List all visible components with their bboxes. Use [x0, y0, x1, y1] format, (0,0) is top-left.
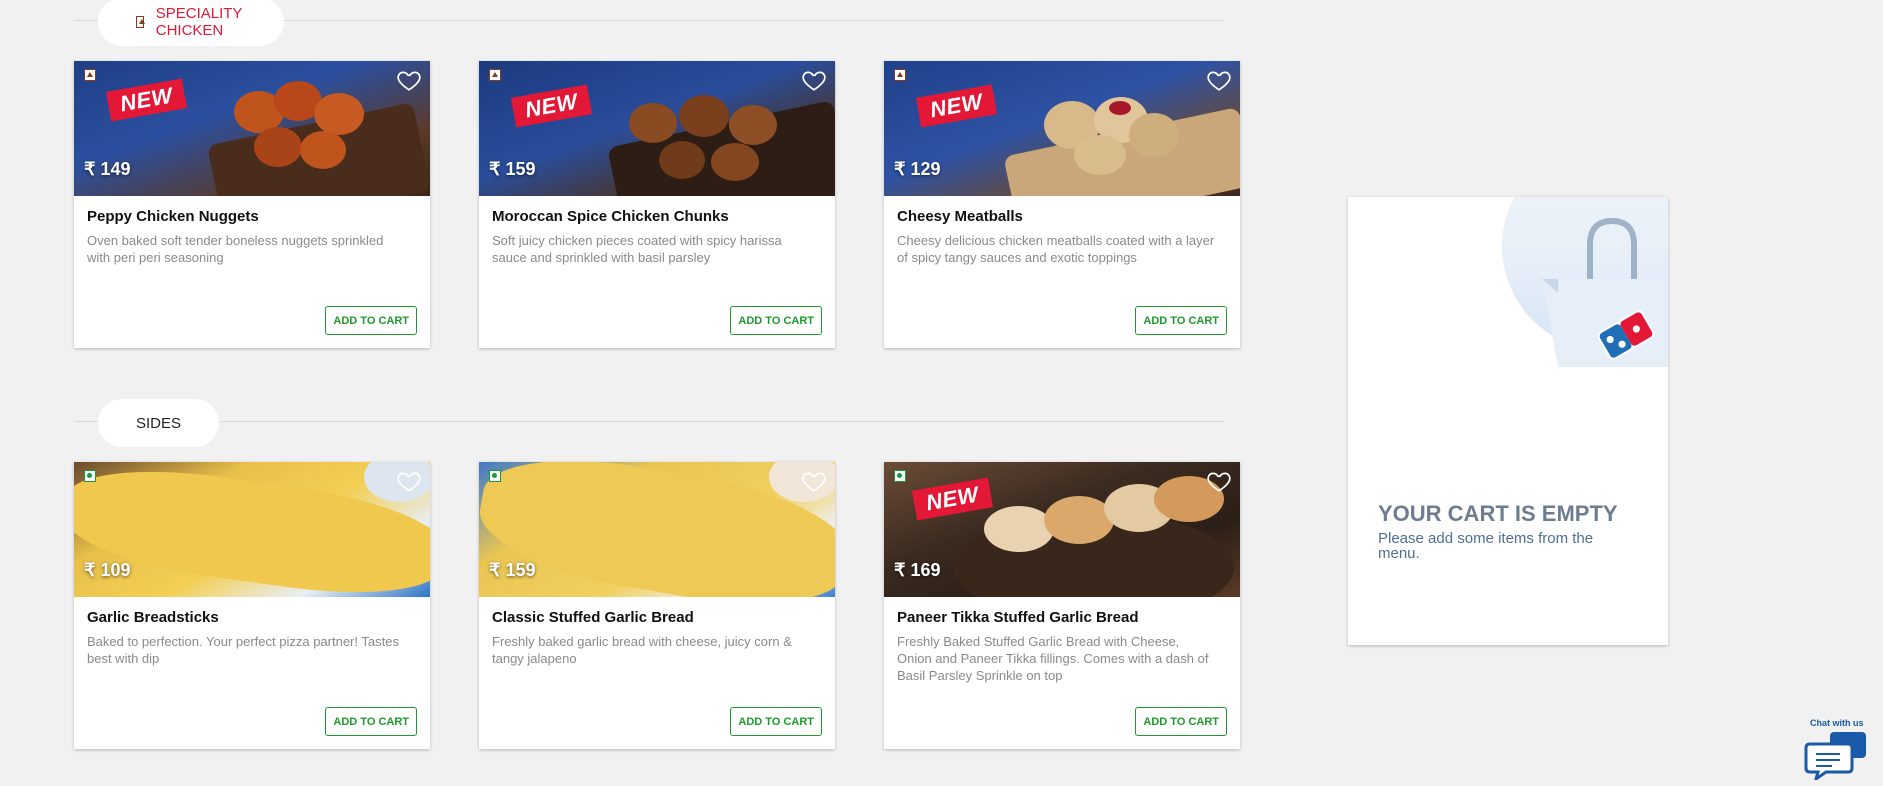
nonveg-icon — [84, 69, 96, 81]
menu-item-card[interactable]: ₹ 159 Classic Stuffed Garlic Bread Fresh… — [479, 462, 835, 749]
nonveg-icon — [489, 69, 501, 81]
veg-icon — [489, 470, 501, 482]
veg-icon — [894, 470, 906, 482]
add-to-cart-button[interactable]: ADD TO CART — [325, 306, 417, 335]
item-description: Soft juicy chicken pieces coated with sp… — [492, 233, 782, 265]
section-pill: SPECIALITY CHICKEN — [98, 0, 285, 46]
item-name: Classic Stuffed Garlic Bread — [492, 609, 694, 626]
menu-item-card[interactable]: ₹ 109 Garlic Breadsticks Baked to perfec… — [74, 462, 430, 749]
item-image: ₹ 109 — [74, 462, 430, 597]
heart-icon[interactable] — [1206, 468, 1232, 494]
nonveg-icon — [136, 16, 145, 28]
item-name: Paneer Tikka Stuffed Garlic Bread — [897, 609, 1139, 626]
cart-panel: YOUR CART IS EMPTY Please add some items… — [1348, 197, 1668, 645]
item-image: NEW ₹ 169 — [884, 462, 1240, 597]
section-divider — [74, 421, 1224, 422]
empty-cart-title: YOUR CART IS EMPTY — [1378, 501, 1618, 526]
heart-icon[interactable] — [396, 67, 422, 93]
item-name: Moroccan Spice Chicken Chunks — [492, 208, 729, 225]
chat-bubble-icon — [1804, 732, 1866, 780]
heart-icon[interactable] — [1206, 67, 1232, 93]
add-to-cart-button[interactable]: ADD TO CART — [730, 707, 822, 736]
item-description: Freshly baked garlic bread with cheese, … — [492, 634, 792, 666]
item-description: Oven baked soft tender boneless nuggets … — [87, 233, 384, 265]
empty-cart-message: Please add some items from the menu. — [1378, 530, 1594, 562]
heart-icon[interactable] — [396, 468, 422, 494]
item-description: Freshly Baked Stuffed Garlic Bread with … — [897, 634, 1209, 683]
chat-widget[interactable]: Chat with us — [1804, 718, 1868, 780]
menu-item-card[interactable]: NEW ₹ 129 Cheesy Meatballs Cheesy delici… — [884, 61, 1240, 348]
item-price: ₹ 159 — [489, 560, 536, 580]
item-price: ₹ 129 — [894, 159, 941, 179]
new-badge: NEW — [105, 78, 187, 122]
menu-item-card[interactable]: NEW ₹ 149 Peppy Chicken Nuggets Oven bak… — [74, 61, 430, 348]
nonveg-icon — [894, 69, 906, 81]
add-to-cart-button[interactable]: ADD TO CART — [1135, 306, 1227, 335]
shopping-bag-icon — [1542, 217, 1668, 367]
item-image: NEW ₹ 149 — [74, 61, 430, 196]
item-price: ₹ 109 — [84, 560, 131, 580]
new-badge: NEW — [915, 84, 997, 128]
item-image: NEW ₹ 129 — [884, 61, 1240, 196]
chat-label: Chat with us — [1810, 718, 1864, 728]
add-to-cart-button[interactable]: ADD TO CART — [325, 707, 417, 736]
new-badge: NEW — [510, 84, 592, 128]
item-description: Baked to perfection. Your perfect pizza … — [87, 634, 399, 666]
item-image: ₹ 159 — [479, 462, 835, 597]
item-name: Garlic Breadsticks — [87, 609, 219, 626]
section-title: SPECIALITY CHICKEN — [155, 5, 243, 39]
item-description: Cheesy delicious chicken meatballs coate… — [897, 233, 1215, 265]
menu-item-card[interactable]: NEW ₹ 159 Moroccan Spice Chicken Chunks … — [479, 61, 835, 348]
item-name: Peppy Chicken Nuggets — [87, 208, 259, 225]
item-price: ₹ 149 — [84, 159, 131, 179]
heart-icon[interactable] — [801, 468, 827, 494]
veg-icon — [84, 470, 96, 482]
add-to-cart-button[interactable]: ADD TO CART — [1135, 707, 1227, 736]
section-pill: SIDES — [98, 399, 220, 447]
add-to-cart-button[interactable]: ADD TO CART — [730, 306, 822, 335]
section-title: SIDES — [136, 414, 182, 432]
item-price: ₹ 169 — [894, 560, 941, 580]
item-name: Cheesy Meatballs — [897, 208, 1023, 225]
new-badge: NEW — [911, 477, 993, 521]
item-image: NEW ₹ 159 — [479, 61, 835, 196]
item-price: ₹ 159 — [489, 159, 536, 179]
heart-icon[interactable] — [801, 67, 827, 93]
menu-item-card[interactable]: NEW ₹ 169 Paneer Tikka Stuffed Garlic Br… — [884, 462, 1240, 749]
